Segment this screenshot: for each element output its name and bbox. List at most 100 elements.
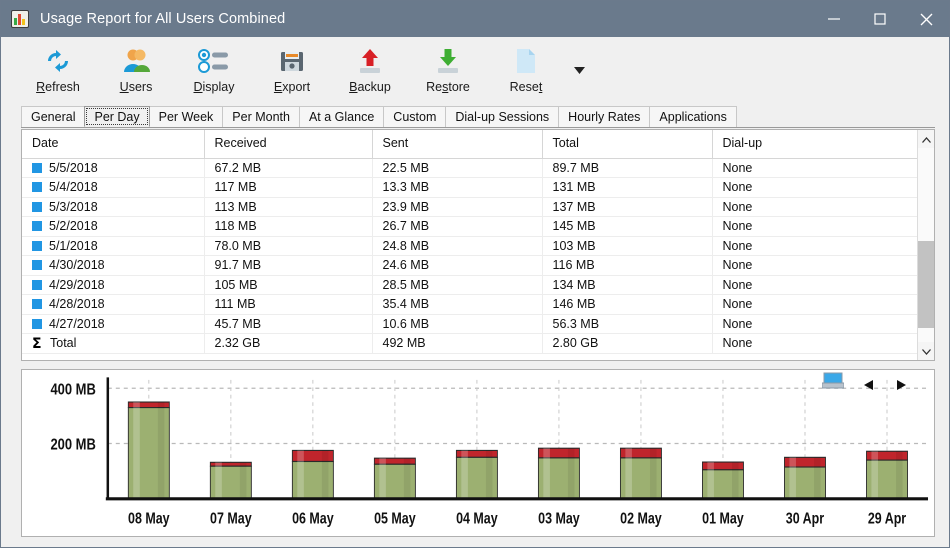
tab-at-a-glance[interactable]: At a Glance	[299, 106, 384, 127]
export-label: Export	[274, 80, 310, 94]
minimize-icon[interactable]	[811, 1, 857, 37]
scroll-handle-icon[interactable]	[822, 372, 844, 395]
cell-date: 4/27/2018	[22, 314, 204, 334]
row-color-swatch	[32, 202, 42, 212]
right-arrow-icon[interactable]	[896, 377, 906, 395]
usage-chart-panel: 400 MB 200 MB 08 May07 May06 May05 May04 …	[21, 369, 935, 537]
column-header-received[interactable]: Received	[204, 130, 372, 158]
tab-dial-up-sessions[interactable]: Dial-up Sessions	[445, 106, 559, 127]
cell-date: 5/5/2018	[22, 158, 204, 178]
table-row[interactable]: 4/29/2018105 MB28.5 MB134 MBNone	[22, 275, 917, 295]
chart-navigation	[814, 370, 934, 404]
chart-x-tick: 07 May	[210, 509, 252, 527]
cell-sent: 35.4 MB	[372, 295, 542, 315]
toolbar: Refresh Users	[1, 37, 949, 105]
chart-bar[interactable]	[784, 457, 825, 498]
cell-date-text: 5/2/2018	[49, 219, 98, 233]
users-button[interactable]: Users	[97, 43, 175, 101]
left-arrow-icon[interactable]	[864, 377, 874, 395]
cell-dialup: None	[712, 334, 917, 354]
chart-bar[interactable]	[456, 450, 497, 498]
window-controls	[811, 1, 949, 37]
close-icon[interactable]	[903, 1, 949, 37]
table-row[interactable]: 4/30/201891.7 MB24.6 MB116 MBNone	[22, 256, 917, 276]
chart-x-tick: 03 May	[538, 509, 580, 527]
row-color-swatch	[32, 280, 42, 290]
cell-sent: 10.6 MB	[372, 314, 542, 334]
bar-chart-icon	[11, 10, 29, 28]
chart-x-tick-labels: 08 May07 May06 May05 May04 May03 May02 M…	[128, 509, 907, 527]
column-header-dialup[interactable]: Dial-up	[712, 130, 917, 158]
row-color-swatch	[32, 182, 42, 192]
display-button[interactable]: Display	[175, 43, 253, 101]
reset-button[interactable]: Reset	[487, 43, 565, 101]
chart-bar[interactable]	[292, 450, 333, 498]
cell-sent: 22.5 MB	[372, 158, 542, 178]
maximize-icon[interactable]	[857, 1, 903, 37]
backup-button[interactable]: Backup	[331, 43, 409, 101]
refresh-button[interactable]: Refresh	[19, 43, 97, 101]
cell-received: 91.7 MB	[204, 256, 372, 276]
table-row[interactable]: 5/5/201867.2 MB22.5 MB89.7 MBNone	[22, 158, 917, 178]
export-button[interactable]: Export	[253, 43, 331, 101]
chart-bar[interactable]	[210, 462, 251, 499]
chevron-down-icon	[922, 342, 931, 360]
scroll-down-button[interactable]	[918, 342, 934, 360]
toolbar-overflow-button[interactable]	[565, 43, 593, 101]
chevron-down-icon	[574, 61, 585, 79]
chart-y-tick-labels: 400 MB 200 MB	[50, 381, 95, 454]
column-header-total[interactable]: Total	[542, 130, 712, 158]
tab-custom[interactable]: Custom	[383, 106, 446, 127]
tab-applications[interactable]: Applications	[649, 106, 736, 127]
cell-total: 116 MB	[542, 256, 712, 276]
chart-bar[interactable]	[374, 458, 415, 499]
restore-button[interactable]: Restore	[409, 43, 487, 101]
cell-total: 145 MB	[542, 217, 712, 237]
chart-x-tick: 02 May	[620, 509, 662, 527]
chart-bar[interactable]	[866, 451, 907, 499]
cell-date-text: 5/5/2018	[49, 161, 98, 175]
row-color-swatch	[32, 221, 42, 231]
chart-bars	[128, 402, 907, 499]
display-icon	[196, 45, 232, 77]
tab-hourly-rates[interactable]: Hourly Rates	[558, 106, 650, 127]
cell-received: 113 MB	[204, 197, 372, 217]
chart-bar[interactable]	[702, 462, 743, 499]
chart-bar[interactable]	[538, 448, 579, 499]
restore-down-arrow-icon	[430, 45, 466, 77]
tab-per-day[interactable]: Per Day	[84, 106, 149, 127]
scroll-thumb[interactable]	[918, 241, 934, 328]
title-bar: Usage Report for All Users Combined	[1, 1, 949, 37]
users-label: Users	[120, 80, 153, 94]
table-total-row[interactable]: ΣTotal2.32 GB492 MB2.80 GBNone	[22, 334, 917, 354]
chart-x-tick: 05 May	[374, 509, 416, 527]
row-color-swatch	[32, 319, 42, 329]
chart-y-tick: 400 MB	[50, 381, 95, 399]
table-row[interactable]: 4/28/2018111 MB35.4 MB146 MBNone	[22, 295, 917, 315]
table-vertical-scrollbar[interactable]	[917, 130, 934, 360]
cell-dialup: None	[712, 275, 917, 295]
cell-total: 89.7 MB	[542, 158, 712, 178]
refresh-icon	[40, 45, 76, 77]
chart-bar[interactable]	[620, 448, 661, 499]
table-row[interactable]: 5/1/201878.0 MB24.8 MB103 MBNone	[22, 236, 917, 256]
tab-per-week[interactable]: Per Week	[149, 106, 224, 127]
cell-received: 111 MB	[204, 295, 372, 315]
cell-date-text: 4/28/2018	[49, 297, 105, 311]
table-row[interactable]: 5/3/2018113 MB23.9 MB137 MBNone	[22, 197, 917, 217]
cell-received: 117 MB	[204, 178, 372, 198]
chart-bar[interactable]	[128, 402, 169, 499]
restore-label: Restore	[426, 80, 470, 94]
row-color-swatch	[32, 163, 42, 173]
scroll-up-button[interactable]	[918, 130, 934, 148]
chevron-up-icon	[922, 130, 931, 148]
table-row[interactable]: 5/4/2018117 MB13.3 MB131 MBNone	[22, 178, 917, 198]
scroll-track[interactable]	[918, 148, 934, 342]
table-row[interactable]: 4/27/201845.7 MB10.6 MB56.3 MBNone	[22, 314, 917, 334]
chart-y-tick: 200 MB	[50, 436, 95, 454]
table-row[interactable]: 5/2/2018118 MB26.7 MB145 MBNone	[22, 217, 917, 237]
column-header-sent[interactable]: Sent	[372, 130, 542, 158]
tab-general[interactable]: General	[21, 106, 85, 127]
column-header-date[interactable]: Date	[22, 130, 204, 158]
tab-per-month[interactable]: Per Month	[222, 106, 300, 127]
